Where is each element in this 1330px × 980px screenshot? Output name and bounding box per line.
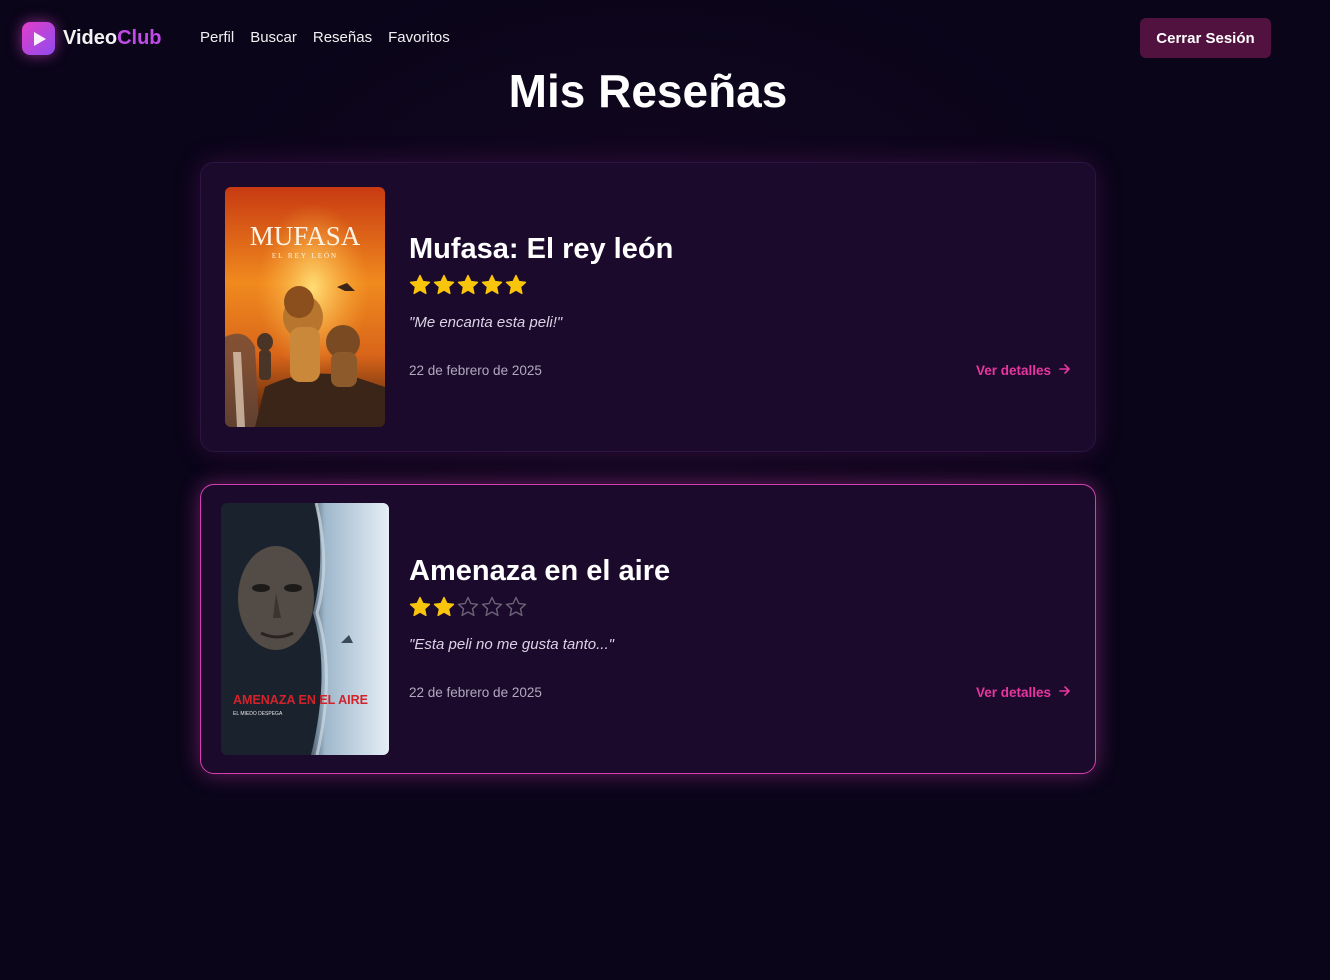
logo-text-video: Video xyxy=(63,27,118,49)
poster-title: MUFASA xyxy=(250,221,361,251)
star-filled-icon xyxy=(409,596,431,617)
review-comment: "Esta peli no me gusta tanto..." xyxy=(409,636,614,653)
view-details-label: Ver detalles xyxy=(975,363,1051,378)
review-date: 22 de febrero de 2025 xyxy=(409,363,542,378)
review-comment: "Me encanta esta peli!" xyxy=(409,314,563,331)
movie-title: Mufasa: El rey león xyxy=(409,233,674,265)
page-title: Mis Reseñas xyxy=(508,65,788,117)
view-details-label: Ver detalles xyxy=(975,685,1051,700)
nav-item-buscar[interactable]: Buscar xyxy=(250,29,297,46)
logo-text: VideoClub xyxy=(63,27,162,50)
movie-poster[interactable]: MUFASA EL REY LEÓN xyxy=(225,187,385,427)
review-date: 22 de febrero de 2025 xyxy=(409,685,542,700)
play-icon xyxy=(22,22,55,55)
star-rating xyxy=(409,596,670,618)
arrow-right-icon xyxy=(1059,685,1071,700)
star-rating xyxy=(409,274,673,296)
review-card: MUFASA EL REY LEÓN Mufasa: El rey león "… xyxy=(200,162,1096,452)
main-nav: Perfil Buscar Reseñas Favoritos xyxy=(200,29,450,46)
star-filled-icon xyxy=(409,274,431,295)
arrow-right-icon xyxy=(1059,363,1071,378)
poster-title: AMENAZA EN EL AIRE xyxy=(233,693,368,707)
star-filled-icon xyxy=(481,274,503,295)
movie-poster[interactable]: AMENAZA EN EL AIRE EL MIEDO DESPEGA xyxy=(221,503,389,755)
star-filled-icon xyxy=(433,274,455,295)
nav-item-resenas[interactable]: Reseñas xyxy=(313,29,372,46)
logo[interactable]: VideoClub xyxy=(22,22,162,55)
logout-button[interactable]: Cerrar Sesión xyxy=(1140,18,1271,58)
view-details-link[interactable]: Ver detalles xyxy=(976,685,1071,700)
star-empty-icon xyxy=(457,596,479,617)
logo-text-club: Club xyxy=(117,27,162,49)
star-empty-icon xyxy=(481,596,503,617)
review-card: AMENAZA EN EL AIRE EL MIEDO DESPEGA Amen… xyxy=(200,484,1096,774)
view-details-link[interactable]: Ver detalles xyxy=(976,363,1071,378)
poster-subtitle: EL MIEDO DESPEGA xyxy=(233,711,283,717)
review-info: Mufasa: El rey león "Me encanta esta pel… xyxy=(409,233,673,331)
star-filled-icon xyxy=(457,274,479,295)
movie-title: Amenaza en el aire xyxy=(409,555,671,587)
nav-item-perfil[interactable]: Perfil xyxy=(200,29,234,46)
poster-subtitle: EL REY LEÓN xyxy=(272,252,338,260)
nav-item-favoritos[interactable]: Favoritos xyxy=(388,29,450,46)
star-filled-icon xyxy=(505,274,527,295)
star-filled-icon xyxy=(433,596,455,617)
star-empty-icon xyxy=(505,596,527,617)
review-info: Amenaza en el aire "Esta peli no me gust… xyxy=(409,555,670,653)
